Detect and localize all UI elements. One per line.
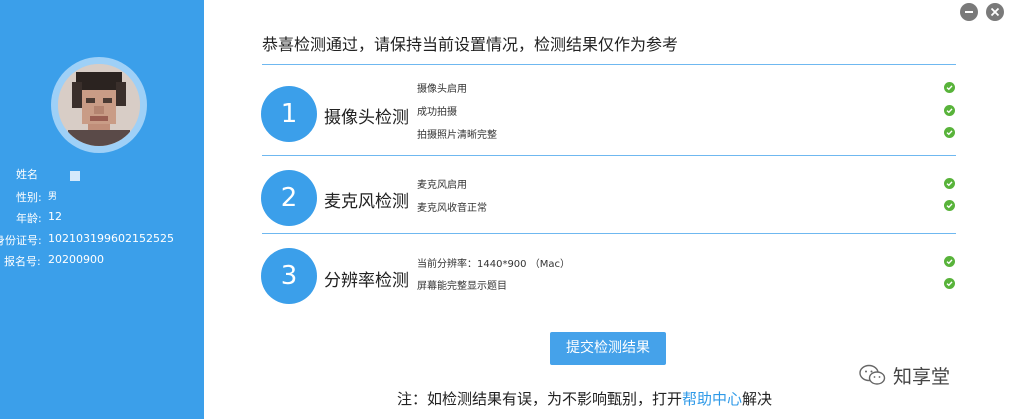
field-age-label: 年龄: [16,212,42,225]
pixelated-photo [58,64,140,146]
help-note-prefix: 注：如检测结果有误，为不影响甄别，打开 [397,390,683,408]
avatar [58,64,140,146]
field-name-label: 姓名 [16,168,38,181]
watermark-text: 知享堂 [893,366,951,388]
divider [262,64,956,65]
submit-results-button[interactable]: 提交检测结果 [550,332,666,365]
section-3-item-1: 当前分辨率：1440*900 （Mac） [417,259,570,270]
field-id-value: 102103199602152525 [48,232,174,245]
section-2-number: 2 [261,170,317,226]
check-icon [944,200,955,211]
name-redaction [70,171,80,181]
help-note: 注：如检测结果有误，为不影响甄别，打开帮助中心解决 [397,388,772,409]
section-3-item-2: 屏幕能完整显示题目 [417,281,507,292]
section-1-item-3: 拍摄照片清晰完整 [417,130,497,141]
check-icon [944,178,955,189]
section-1-number: 1 [261,86,317,142]
section-2-item-1: 麦克风启用 [417,180,467,191]
section-2-title: 麦克风检测 [324,192,409,212]
profile-sidebar: 姓名 性别: 男 年龄: 12 身份证号: 102103199602152525… [0,0,204,419]
divider [262,233,956,234]
field-registration-label: 报名号: [4,255,41,268]
check-icon [944,105,955,116]
field-gender-value: 男 [48,192,58,202]
section-2-item-2: 麦克风收音正常 [417,203,487,214]
help-center-link[interactable]: 帮助中心 [682,390,742,408]
field-registration-value: 20200900 [48,253,104,266]
section-1-item-1: 摄像头启用 [417,84,467,95]
check-icon [944,278,955,289]
page-title: 恭喜检测通过，请保持当前设置情况，检测结果仅作为参考 [262,35,679,54]
check-icon [944,256,955,267]
field-gender-label: 性别: [16,191,42,204]
check-icon [944,127,955,138]
avatar-ring [51,57,147,153]
minus-icon[interactable] [960,3,978,21]
close-icon[interactable] [986,3,1004,21]
wechat-icon [859,364,886,385]
section-3-number: 3 [261,248,317,304]
field-age-value: 12 [48,210,62,223]
section-1-title: 摄像头检测 [324,108,409,128]
field-id-label: 身份证号: [0,234,42,247]
help-note-suffix: 解决 [742,390,773,408]
divider [262,155,956,156]
section-1-item-2: 成功拍摄 [417,107,457,118]
section-3-title: 分辨率检测 [324,271,409,291]
check-icon [944,82,955,93]
